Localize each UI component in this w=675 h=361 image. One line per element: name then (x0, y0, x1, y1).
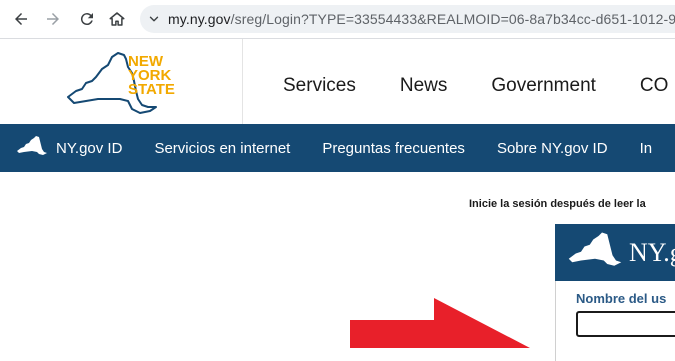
nav-news[interactable]: News (400, 75, 448, 97)
bluenav-nygov-id[interactable]: NY.gov ID (56, 140, 122, 157)
logo-word-3: STATE (128, 81, 175, 98)
login-card: NY.g Nombre del us (555, 224, 675, 361)
site-header: NEW YORK STATE Services News Government … (0, 39, 675, 124)
main-navigation: Services News Government CO (283, 75, 675, 97)
nav-government[interactable]: Government (491, 75, 596, 97)
nav-counties[interactable]: CO (640, 75, 669, 97)
ny-gov-id-navbar: NY.gov ID Servicios en internet Pregunta… (0, 124, 675, 172)
home-button[interactable] (104, 6, 130, 32)
login-card-header: NY.g (555, 224, 675, 281)
site-info-icon[interactable] (140, 12, 168, 26)
red-arrow-icon (350, 298, 530, 348)
bluenav-online-services[interactable]: Servicios en internet (154, 140, 290, 157)
login-instruction: Inicie la sesión después de leer la (469, 198, 646, 210)
ny-state-silhouette-icon (567, 230, 623, 275)
reload-button[interactable] (74, 6, 100, 32)
back-button[interactable] (8, 6, 34, 32)
nav-services[interactable]: Services (283, 75, 356, 97)
reload-icon (80, 13, 93, 26)
browser-toolbar: my.ny.gov/sreg/Login?TYPE=33554433&REALM… (0, 0, 675, 39)
ny-state-silhouette-icon (16, 135, 48, 162)
forward-arrow-icon (47, 13, 59, 25)
back-arrow-icon (15, 13, 27, 25)
url-text: my.ny.gov/sreg/Login?TYPE=33554433&REALM… (168, 11, 675, 27)
address-bar[interactable]: my.ny.gov/sreg/Login?TYPE=33554433&REALM… (140, 5, 675, 33)
nys-logo[interactable]: NEW YORK STATE (0, 39, 243, 124)
url-path: /sreg/Login?TYPE=33554433&REALMOID=06-8a… (230, 11, 675, 27)
forward-button[interactable] (40, 6, 66, 32)
login-card-title: NY.g (629, 237, 675, 267)
home-icon (109, 12, 125, 26)
username-label: Nombre del us (576, 291, 667, 306)
bluenav-faq[interactable]: Preguntas frecuentes (322, 140, 465, 157)
login-form: Nombre del us (555, 281, 675, 361)
url-host: my.ny.gov (168, 11, 231, 27)
bluenav-more[interactable]: In (640, 140, 653, 157)
username-input[interactable] (576, 311, 675, 337)
bluenav-about[interactable]: Sobre NY.gov ID (497, 140, 608, 157)
